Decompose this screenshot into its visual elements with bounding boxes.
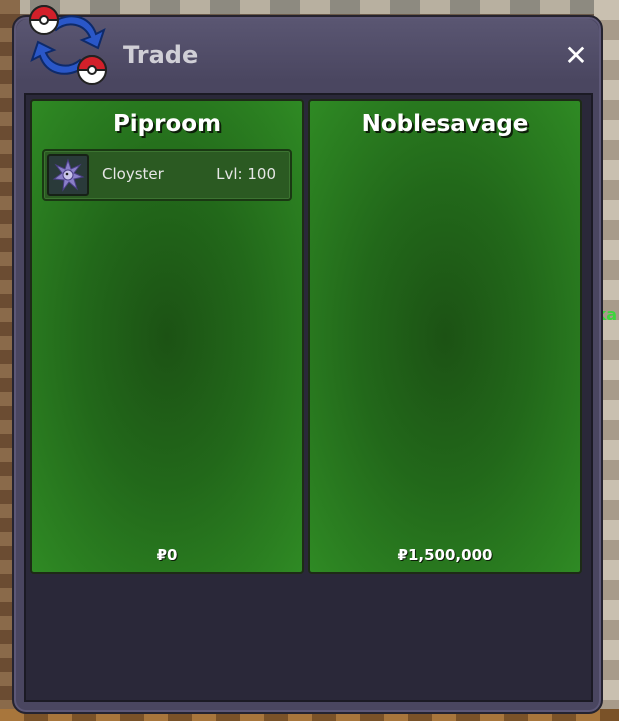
trade-logo-icon bbox=[22, 2, 114, 88]
trade-content: Piproom Cloyster Lvl: 100 ₽0 Noblesavage… bbox=[24, 93, 593, 702]
window-title: Trade bbox=[123, 41, 199, 69]
close-button[interactable]: ✕ bbox=[563, 42, 589, 70]
money-offer: ₽1,500,000 bbox=[397, 546, 493, 564]
pokemon-level: Lvl: 100 bbox=[216, 165, 276, 183]
trade-window: Trade ✕ Piproom Cloyster Lvl: 100 ₽0 Nob… bbox=[12, 15, 603, 714]
trader-name: Noblesavage bbox=[361, 111, 529, 137]
cloyster-sprite-icon bbox=[47, 154, 89, 196]
trade-pokemon-slot[interactable]: Cloyster Lvl: 100 bbox=[42, 149, 292, 201]
trader-panel-self: Piproom Cloyster Lvl: 100 ₽0 bbox=[30, 99, 304, 574]
trader-panel-partner: Noblesavage ₽1,500,000 bbox=[308, 99, 582, 574]
money-offer: ₽0 bbox=[156, 546, 178, 564]
trader-name: Piproom bbox=[112, 111, 222, 137]
pokemon-name: Cloyster bbox=[102, 165, 164, 183]
